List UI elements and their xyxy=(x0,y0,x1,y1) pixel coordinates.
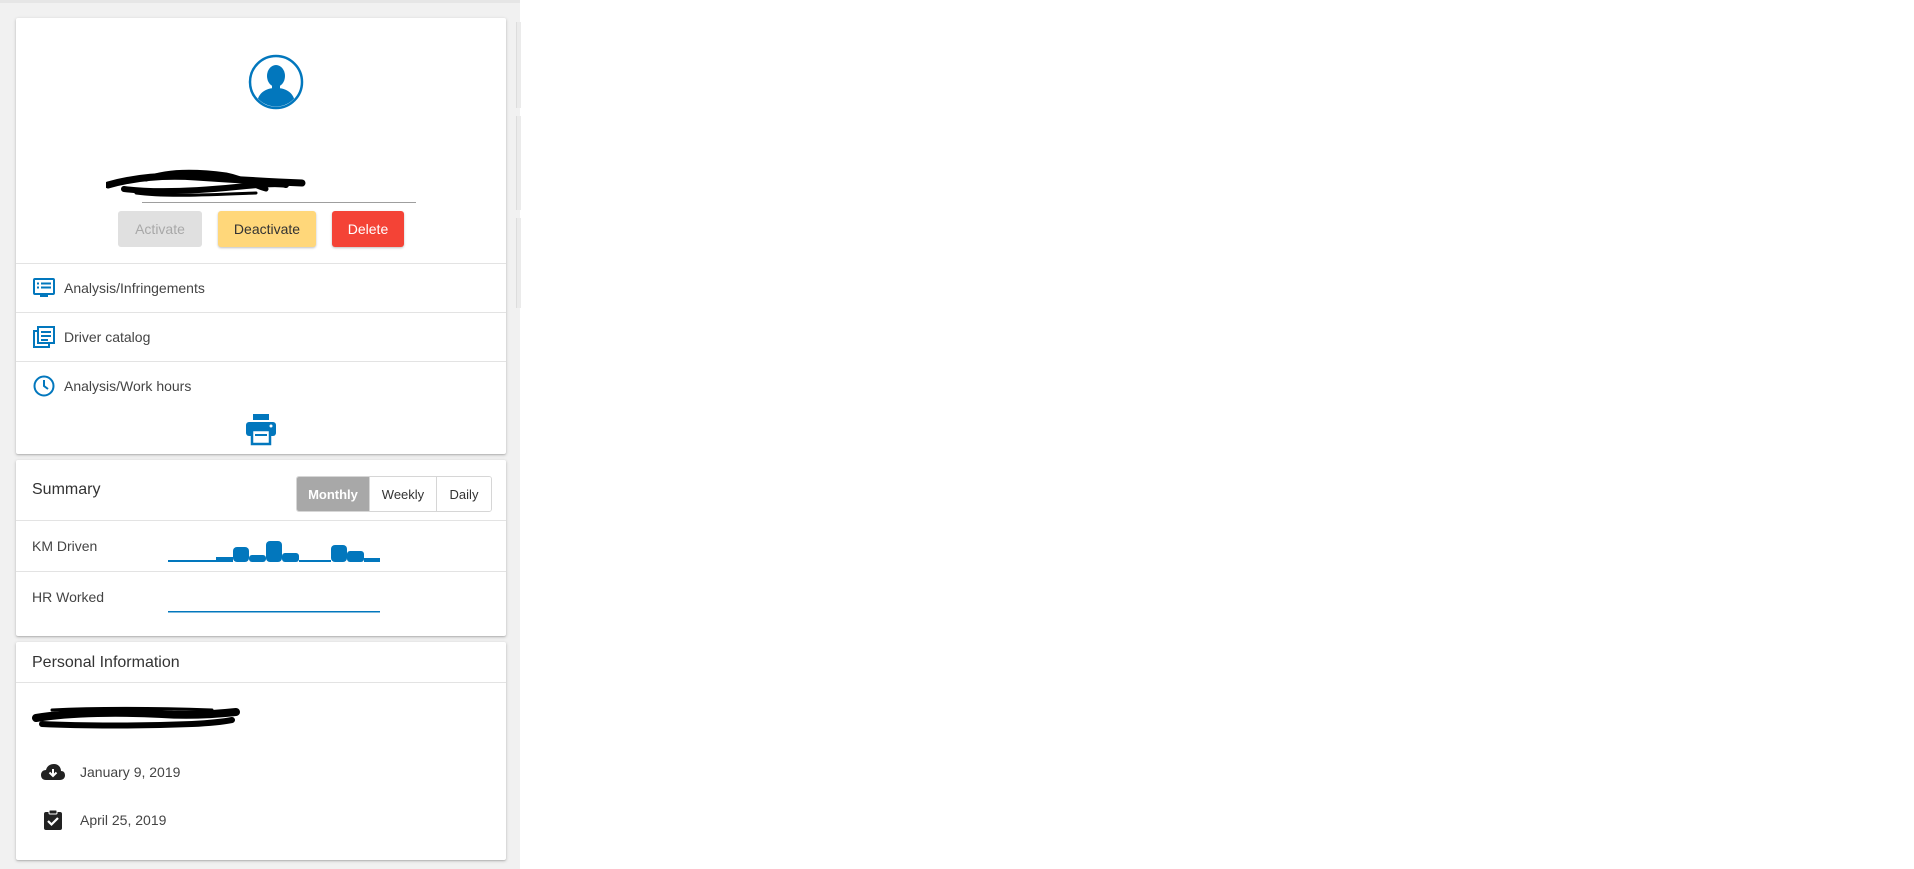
avatar-icon xyxy=(248,54,304,110)
menu-item-analysis-work-hours[interactable]: Analysis/Work hours xyxy=(16,361,506,410)
background-panel-edge xyxy=(516,218,521,308)
redacted-name xyxy=(106,169,306,197)
hr-worked-row: HR Worked xyxy=(16,572,506,622)
date-row-download: January 9, 2019 xyxy=(40,760,180,784)
list-view-icon xyxy=(32,276,56,300)
catalog-icon xyxy=(32,325,56,349)
completed-date: April 25, 2019 xyxy=(80,812,167,828)
driver-name-field[interactable] xyxy=(106,163,416,203)
period-toggle: Monthly Weekly Daily xyxy=(296,476,492,512)
personal-information-card: Personal Information January 9, 2019 Apr… xyxy=(16,642,506,860)
redacted-personal-info xyxy=(32,707,240,729)
km-driven-label: KM Driven xyxy=(32,538,98,554)
assignment-turned-in-icon xyxy=(40,808,66,832)
driver-menu: Analysis/Infringements Driver catalog An… xyxy=(16,263,506,410)
deactivate-button[interactable]: Deactivate xyxy=(218,211,316,247)
background-panel-edge xyxy=(516,116,521,210)
km-driven-row: KM Driven xyxy=(16,521,506,572)
hr-worked-label: HR Worked xyxy=(32,589,105,605)
menu-item-analysis-infringements[interactable]: Analysis/Infringements xyxy=(16,263,506,312)
left-panel: Activate Deactivate Delete Analysis/Infr… xyxy=(0,0,521,869)
cloud-download-icon xyxy=(40,760,66,784)
summary-title: Summary xyxy=(32,481,101,498)
clock-icon xyxy=(32,374,56,398)
hr-worked-sparkline xyxy=(168,611,380,613)
period-weekly-button[interactable]: Weekly xyxy=(370,477,437,511)
download-date: January 9, 2019 xyxy=(80,764,181,780)
personal-information-header: Personal Information xyxy=(16,642,506,683)
summary-header: Summary Monthly Weekly Daily xyxy=(16,460,506,521)
km-driven-sparkline xyxy=(168,541,380,562)
background-panel-edge xyxy=(516,22,521,108)
printer-icon[interactable] xyxy=(244,412,278,446)
summary-card: Summary Monthly Weekly Daily KM Driven H… xyxy=(16,460,506,636)
period-monthly-button[interactable]: Monthly xyxy=(297,477,370,511)
activate-button[interactable]: Activate xyxy=(118,211,202,247)
menu-item-label: Driver catalog xyxy=(64,329,151,345)
menu-item-label: Analysis/Infringements xyxy=(64,280,205,296)
driver-profile-card: Activate Deactivate Delete Analysis/Infr… xyxy=(16,18,506,454)
period-daily-button[interactable]: Daily xyxy=(437,477,491,511)
delete-button[interactable]: Delete xyxy=(332,211,404,247)
personal-information-title: Personal Information xyxy=(32,654,180,671)
menu-item-driver-catalog[interactable]: Driver catalog xyxy=(16,312,506,361)
menu-item-label: Analysis/Work hours xyxy=(64,378,192,394)
date-row-completed: April 25, 2019 xyxy=(40,808,166,832)
name-underline xyxy=(142,202,416,203)
